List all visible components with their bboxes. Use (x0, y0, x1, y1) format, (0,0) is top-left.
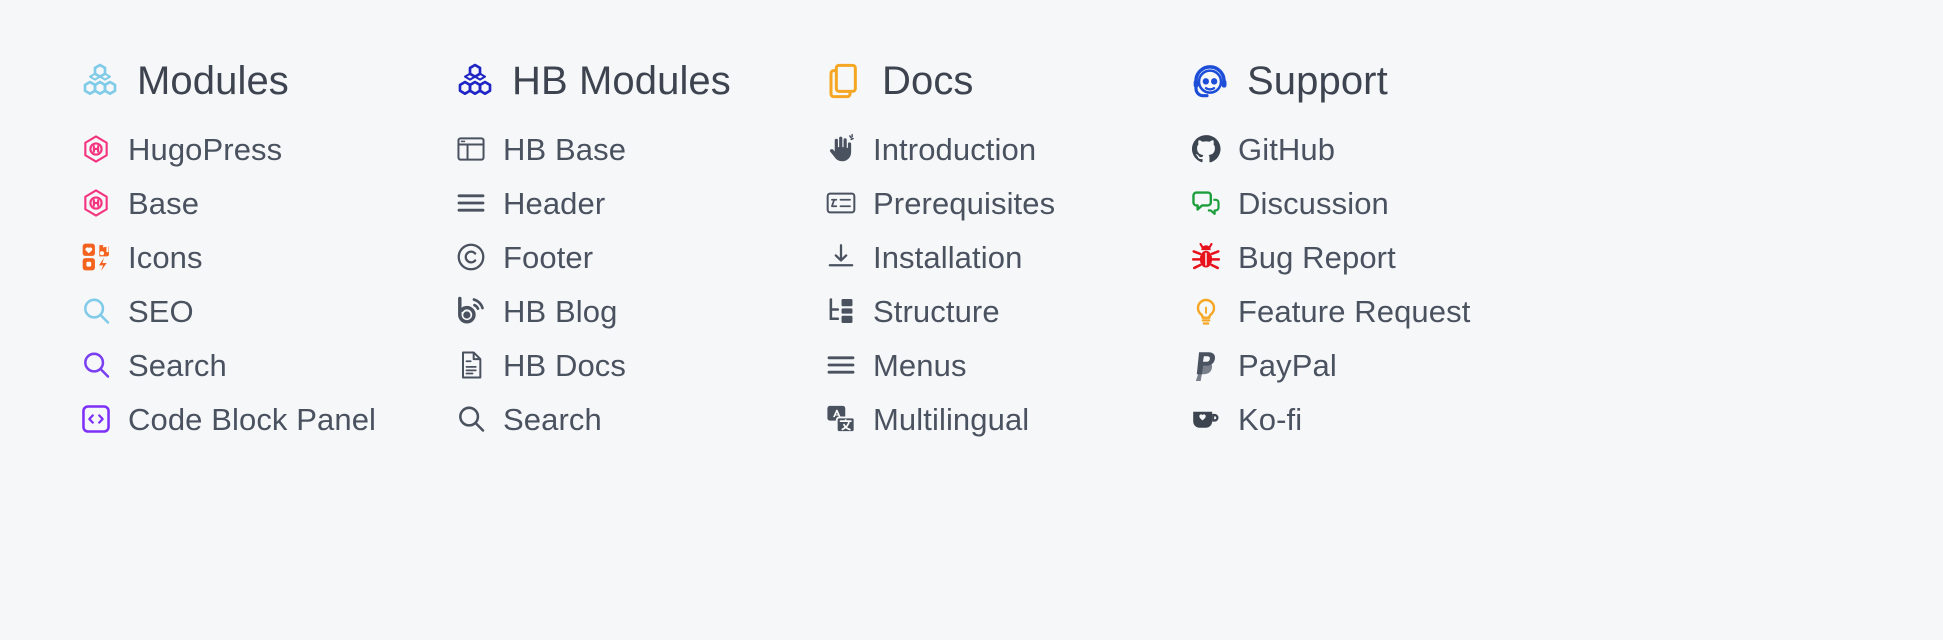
footer-link-label: HB Base (503, 131, 627, 167)
headset-icon (1190, 61, 1230, 101)
footer-link-label: GitHub (1238, 131, 1336, 167)
copyright-icon (455, 241, 487, 273)
column-heading-label: Modules (137, 59, 289, 103)
code-block-icon (80, 403, 112, 435)
books-stack-icon (825, 61, 865, 101)
column-heading: Modules (80, 52, 455, 110)
paypal-icon (1190, 349, 1222, 381)
footer-link-label: Introduction (873, 131, 1037, 167)
footer-link-label: Bug Report (1238, 239, 1396, 275)
cubes-icon (455, 61, 495, 101)
footer-link-label: Installation (873, 239, 1023, 275)
column-heading: HB Modules (455, 52, 825, 110)
footer-link[interactable]: Bug Report (1190, 230, 1610, 284)
footer-link[interactable]: GitHub (1190, 122, 1610, 176)
github-icon (1190, 133, 1222, 165)
footer-column: Modules HugoPress Base Icons SEO Search Code B… (80, 52, 455, 446)
icon-grid-icon (80, 241, 112, 273)
column-heading: Support (1190, 52, 1610, 110)
hamburger-icon (455, 187, 487, 219)
footer-link[interactable]: Ko-fi (1190, 392, 1610, 446)
column-heading: Docs (825, 52, 1190, 110)
translate-icon (825, 403, 857, 435)
footer-link-label: Icons (128, 239, 203, 275)
footer-link-label: Ko-fi (1238, 401, 1303, 437)
column-heading-label: Docs (882, 59, 974, 103)
kofi-cup-icon (1190, 403, 1222, 435)
hexagon-h-icon (80, 187, 112, 219)
footer-link[interactable]: Menus (825, 338, 1190, 392)
magnifier-icon (455, 403, 487, 435)
chat-bubbles-icon (1190, 187, 1222, 219)
footer-link[interactable]: Installation (825, 230, 1190, 284)
footer-link-label: HugoPress (128, 131, 283, 167)
footer-link[interactable]: HugoPress (80, 122, 455, 176)
footer-link-label: Structure (873, 293, 1000, 329)
footer-link-label: HB Blog (503, 293, 618, 329)
magnifier-icon (80, 349, 112, 381)
footer-column: Docs Introduction Prerequisites Installatio… (825, 52, 1190, 446)
footer-link-label: Discussion (1238, 185, 1389, 221)
footer-link[interactable]: HB Blog (455, 284, 825, 338)
footer-columns: Modules HugoPress Base Icons SEO Search Code B… (80, 52, 1610, 446)
footer-link-label: SEO (128, 293, 194, 329)
footer-link-label: HB Docs (503, 347, 627, 383)
footer-link-label: Multilingual (873, 401, 1030, 437)
footer-link-label: Code Block Panel (128, 401, 377, 437)
footer-link[interactable]: PayPal (1190, 338, 1610, 392)
column-heading-label: Support (1247, 59, 1388, 103)
footer-link[interactable]: Search (455, 392, 825, 446)
tree-nodes-icon (825, 295, 857, 327)
bug-icon (1190, 241, 1222, 273)
footer-link[interactable]: Discussion (1190, 176, 1610, 230)
footer-link-label: Footer (503, 239, 594, 275)
footer-link-label: Menus (873, 347, 967, 383)
waving-hand-icon (825, 133, 857, 165)
footer-link[interactable]: Structure (825, 284, 1190, 338)
rss-blog-icon (455, 295, 487, 327)
footer-column: Support GitHub Discussion Bug Report Feature… (1190, 52, 1610, 446)
footer-link[interactable]: Prerequisites (825, 176, 1190, 230)
footer-link[interactable]: Feature Request (1190, 284, 1610, 338)
footer-link-label: Search (503, 401, 602, 437)
column-heading-label: HB Modules (512, 59, 731, 103)
hexagon-h-icon (80, 133, 112, 165)
footer-navigation: Modules HugoPress Base Icons SEO Search Code B… (0, 0, 1943, 640)
footer-column: HB Modules HB Base Header Footer HB Blog HB D… (455, 52, 825, 446)
footer-link-label: PayPal (1238, 347, 1337, 383)
footer-link[interactable]: Introduction (825, 122, 1190, 176)
hamburger-icon (825, 349, 857, 381)
footer-link[interactable]: Footer (455, 230, 825, 284)
checklist-icon (825, 187, 857, 219)
footer-link[interactable]: HB Docs (455, 338, 825, 392)
cubes-icon (80, 61, 120, 101)
layout-panel-icon (455, 133, 487, 165)
lightbulb-icon (1190, 295, 1222, 327)
footer-link[interactable]: Icons (80, 230, 455, 284)
footer-link-label: Feature Request (1238, 293, 1471, 329)
footer-link-label: Header (503, 185, 606, 221)
download-icon (825, 241, 857, 273)
footer-link[interactable]: Multilingual (825, 392, 1190, 446)
footer-link[interactable]: Header (455, 176, 825, 230)
footer-link[interactable]: Search (80, 338, 455, 392)
magnifier-icon (80, 295, 112, 327)
footer-link-label: Search (128, 347, 227, 383)
document-icon (455, 349, 487, 381)
footer-link[interactable]: SEO (80, 284, 455, 338)
footer-link-label: Prerequisites (873, 185, 1056, 221)
footer-link-label: Base (128, 185, 200, 221)
footer-link[interactable]: Code Block Panel (80, 392, 455, 446)
footer-link[interactable]: HB Base (455, 122, 825, 176)
footer-link[interactable]: Base (80, 176, 455, 230)
